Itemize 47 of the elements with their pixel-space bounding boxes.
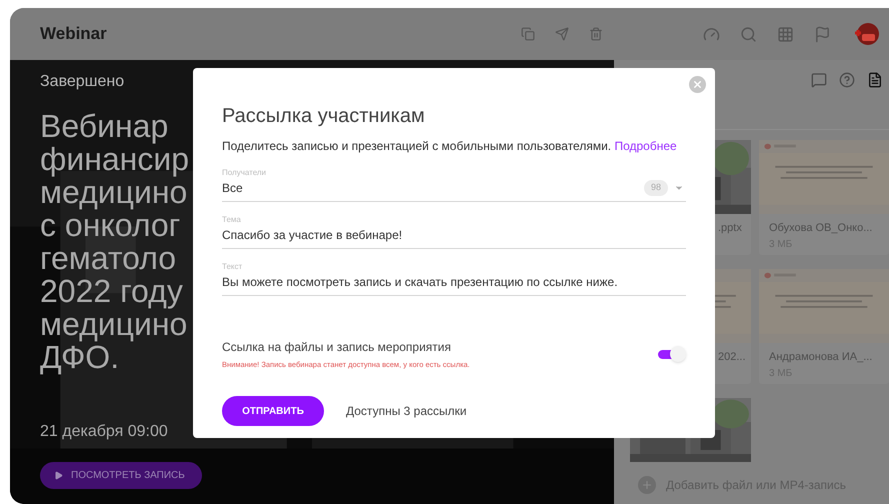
grid-icon[interactable] xyxy=(777,26,794,42)
more-link[interactable]: Подробнее xyxy=(614,139,677,153)
document-icon[interactable] xyxy=(867,72,883,88)
event-title-line: 2022 году xyxy=(40,275,183,308)
send-icon[interactable] xyxy=(555,27,569,41)
play-icon xyxy=(54,471,63,480)
copy-icon[interactable] xyxy=(521,27,535,41)
field-label: Текст xyxy=(222,261,244,273)
trash-icon[interactable] xyxy=(589,27,603,41)
file-name: Андрамонова ИА_... xyxy=(769,350,872,365)
chat-icon[interactable] xyxy=(811,72,827,88)
field-value: Вы можете посмотреть запись и скачать презентацию по ссылке ниже. xyxy=(222,274,618,291)
watch-recording-button[interactable]: ПОСМОТРЕТЬ ЗАПИСЬ xyxy=(40,462,202,489)
field-label: Получатели xyxy=(222,167,268,179)
toggle-label: Ссылка на файлы и запись мероприятия xyxy=(222,339,452,356)
file-name: 202... xyxy=(718,350,746,365)
event-title-line: ДФО. xyxy=(40,341,120,374)
field-value: Все xyxy=(222,180,243,197)
close-button[interactable] xyxy=(689,76,706,93)
file-name: .pptx xyxy=(718,221,742,236)
search-icon[interactable] xyxy=(740,26,757,42)
send-button[interactable]: ОТПРАВИТЬ xyxy=(222,396,324,426)
close-icon xyxy=(692,79,703,90)
dialog-title: Рассылка участникам xyxy=(222,104,426,129)
file-name: Обухова ОВ_Онко... xyxy=(769,221,872,236)
event-title-line: с онколог xyxy=(40,209,180,242)
field-label: Тема xyxy=(222,214,242,226)
add-icon[interactable] xyxy=(638,476,656,494)
remaining-count: Доступны 3 рассылки xyxy=(346,403,467,420)
gauge-icon[interactable] xyxy=(703,26,720,42)
status-label: Завершено xyxy=(40,72,126,92)
text-field[interactable]: Тема Спасибо за участие в вебинаре! xyxy=(222,214,686,249)
recipients-select[interactable]: Получатели Все 98 xyxy=(222,167,686,202)
event-title-line: медицино xyxy=(40,308,188,341)
event-date: 21 декабря 09:00 xyxy=(40,422,168,442)
flag-icon[interactable] xyxy=(814,26,831,42)
help-icon[interactable] xyxy=(839,72,855,88)
app-title: Webinar xyxy=(40,23,107,46)
field-value: Спасибо за участие в вебинаре! xyxy=(222,227,402,244)
toggle-switch[interactable] xyxy=(656,346,686,362)
event-title-line: Вебинар xyxy=(40,110,168,143)
count-badge: 98 xyxy=(644,180,668,196)
event-title-line: финансир xyxy=(40,143,190,176)
dialog-subtitle: Поделитесь записью и презентацией с мобильными пользователями. Подробнее xyxy=(222,138,678,155)
event-title-line: гематоло xyxy=(40,242,176,275)
text-field[interactable]: Текст Вы можете посмотреть запись и скачать презентацию по ссылке ниже. xyxy=(222,261,686,296)
event-title-line: медицино xyxy=(40,176,188,209)
